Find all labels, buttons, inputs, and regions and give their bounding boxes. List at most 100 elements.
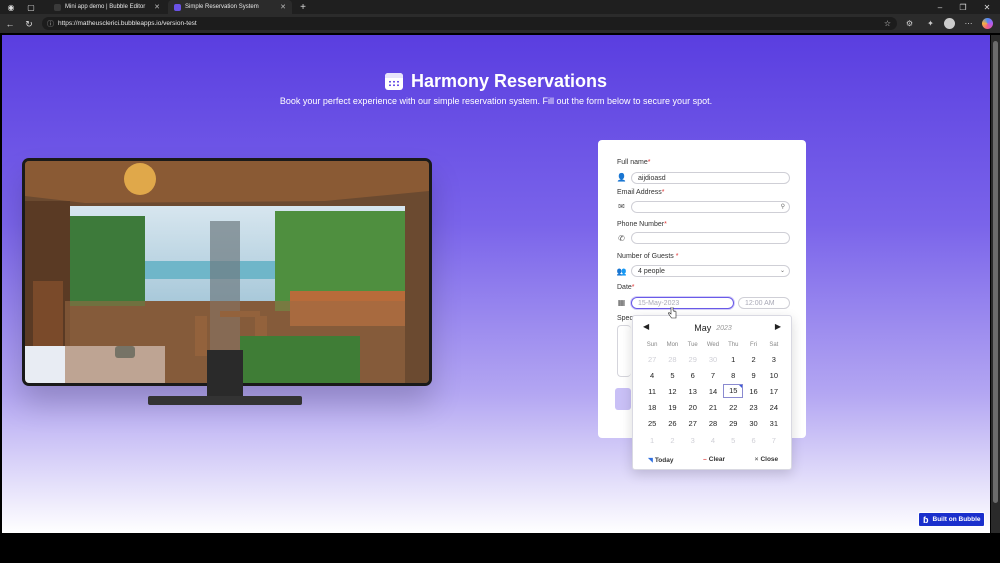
day-cell[interactable]: 1 xyxy=(723,355,743,364)
week-row: 11 12 13 14 15 16 17 xyxy=(642,383,784,399)
day-cell[interactable]: 9 xyxy=(743,371,763,380)
day-cell[interactable]: 7 xyxy=(764,436,784,445)
day-cell[interactable]: 2 xyxy=(662,436,682,445)
day-cell[interactable]: 20 xyxy=(683,403,703,412)
maximize-icon[interactable]: ❐ xyxy=(952,0,974,14)
letterbox-bottom xyxy=(0,533,1000,563)
day-cell[interactable]: 30 xyxy=(743,419,763,428)
datepicker-popup: ◀ May 2023 ▶ Sun Mon Tue Wed Thu Fri Sat 27 28 29… xyxy=(632,315,792,470)
profile-icon[interactable]: ◉ xyxy=(0,0,22,14)
day-cell[interactable]: 27 xyxy=(683,419,703,428)
next-month-icon[interactable]: ▶ xyxy=(775,322,781,331)
day-cell[interactable]: 5 xyxy=(662,371,682,380)
day-cell[interactable]: 13 xyxy=(683,387,703,396)
day-cell[interactable]: 25 xyxy=(642,419,662,428)
special-requests-textarea[interactable] xyxy=(617,325,631,377)
browser-window: ◉ ▢ Mini app demo | Bubble Editor ✕ Simp… xyxy=(0,0,1000,563)
day-cell[interactable]: 29 xyxy=(723,419,743,428)
datepicker-header: May 2023 xyxy=(633,322,793,334)
day-cell[interactable]: 28 xyxy=(662,355,682,364)
site-info-icon[interactable]: ⓘ xyxy=(47,19,54,29)
day-cell[interactable]: 10 xyxy=(764,371,784,380)
day-cell[interactable]: 22 xyxy=(723,403,743,412)
day-cell[interactable]: 30 xyxy=(703,355,723,364)
day-cell[interactable]: 19 xyxy=(662,403,682,412)
tab-actions-icon[interactable]: ▢ xyxy=(20,0,42,14)
close-icon[interactable]: ✕ xyxy=(154,3,160,11)
full-name-input[interactable]: aijdioasd xyxy=(631,172,790,184)
day-cell[interactable]: 26 xyxy=(662,419,682,428)
day-cell[interactable]: 29 xyxy=(683,355,703,364)
day-cell[interactable]: 4 xyxy=(703,436,723,445)
day-cell[interactable]: 2 xyxy=(743,355,763,364)
page-title: Harmony Reservations xyxy=(2,71,990,92)
built-on-bubble-badge[interactable]: ɓ Built on Bubble xyxy=(918,512,985,527)
phone-icon: ✆ xyxy=(618,234,625,243)
group-icon: 👥 xyxy=(616,267,627,276)
phone-label: Phone Number* xyxy=(617,221,667,228)
day-cell[interactable]: 27 xyxy=(642,355,662,364)
url-input[interactable]: ⓘ https://matheusclerici.bubbleapps.io/v… xyxy=(42,17,897,30)
weekday-row: Sun Mon Tue Wed Thu Fri Sat xyxy=(642,339,784,351)
window-close-icon[interactable]: ✕ xyxy=(976,0,998,14)
day-cell[interactable]: 23 xyxy=(743,403,763,412)
scrollbar-thumb[interactable] xyxy=(993,41,998,503)
phone-input[interactable] xyxy=(631,232,790,244)
submit-button[interactable] xyxy=(615,388,631,410)
chevron-down-icon: ⌄ xyxy=(779,268,785,274)
day-cell[interactable]: 28 xyxy=(703,419,723,428)
menu-more-icon[interactable]: ⋯ xyxy=(963,18,974,29)
day-cell[interactable]: 5 xyxy=(723,436,743,445)
day-cell[interactable]: 24 xyxy=(764,403,784,412)
day-cell[interactable]: 3 xyxy=(764,355,784,364)
time-input[interactable]: 12:00 AM xyxy=(738,297,790,309)
day-cell[interactable]: 31 xyxy=(764,419,784,428)
email-label: Email Address* xyxy=(617,189,665,196)
favorites-icon[interactable]: ✦ xyxy=(925,18,936,29)
password-manager-icon[interactable]: ⚲ xyxy=(781,203,785,210)
day-cell[interactable]: 6 xyxy=(683,371,703,380)
copilot-icon[interactable] xyxy=(982,18,993,29)
day-cell[interactable]: 18 xyxy=(642,403,662,412)
minus-icon: – xyxy=(703,456,707,463)
mouse-cursor-icon xyxy=(668,307,677,319)
today-button[interactable]: ◥ Today xyxy=(648,456,674,464)
day-cell[interactable]: 7 xyxy=(703,371,723,380)
close-button[interactable]: × Close xyxy=(755,456,779,464)
new-tab-icon[interactable]: + xyxy=(292,0,314,14)
page-subtitle: Book your perfect experience with our si… xyxy=(279,96,713,106)
page-scrollbar[interactable] xyxy=(991,35,1000,533)
day-cell[interactable]: 8 xyxy=(723,371,743,380)
reload-icon[interactable]: ↻ xyxy=(22,17,36,31)
day-cell[interactable]: 3 xyxy=(683,436,703,445)
day-cell[interactable]: 1 xyxy=(642,436,662,445)
close-icon[interactable]: ✕ xyxy=(280,3,286,11)
day-cell[interactable]: 15 xyxy=(723,384,744,399)
tab-bubble-editor[interactable]: Mini app demo | Bubble Editor ✕ xyxy=(48,0,166,14)
email-input[interactable]: ⚲ xyxy=(631,201,790,213)
day-cell[interactable]: 17 xyxy=(764,387,784,396)
day-cell[interactable]: 12 xyxy=(662,387,682,396)
week-row: 27 28 29 30 1 2 3 xyxy=(642,351,784,367)
clear-button[interactable]: – Clear xyxy=(703,456,725,464)
favicon-icon xyxy=(174,3,181,11)
guests-select[interactable]: 4 people ⌄ xyxy=(631,265,790,277)
back-icon[interactable]: ← xyxy=(3,17,17,31)
tab-reservation-system[interactable]: Simple Reservation System ✕ xyxy=(168,0,292,14)
day-cell[interactable]: 21 xyxy=(703,403,723,412)
day-cell[interactable]: 11 xyxy=(642,387,662,396)
day-cell[interactable]: 16 xyxy=(743,387,763,396)
day-cell[interactable]: 14 xyxy=(703,387,723,396)
minimize-icon[interactable]: – xyxy=(929,0,951,14)
avatar[interactable] xyxy=(944,18,955,29)
day-cell[interactable]: 4 xyxy=(642,371,662,380)
extensions-icon[interactable]: ⚙ xyxy=(904,18,915,29)
datepicker-footer: ◥ Today – Clear × Close xyxy=(633,456,793,464)
url-text: https://matheusclerici.bubbleapps.io/ver… xyxy=(58,20,197,27)
datepicker-year[interactable]: 2023 xyxy=(716,325,732,332)
date-input[interactable]: 15-May-2023 xyxy=(631,297,734,309)
day-cell[interactable]: 6 xyxy=(743,436,763,445)
close-icon: × xyxy=(754,456,759,463)
weekday-label: Thu xyxy=(728,342,739,348)
favorite-star-icon[interactable]: ☆ xyxy=(882,18,893,29)
